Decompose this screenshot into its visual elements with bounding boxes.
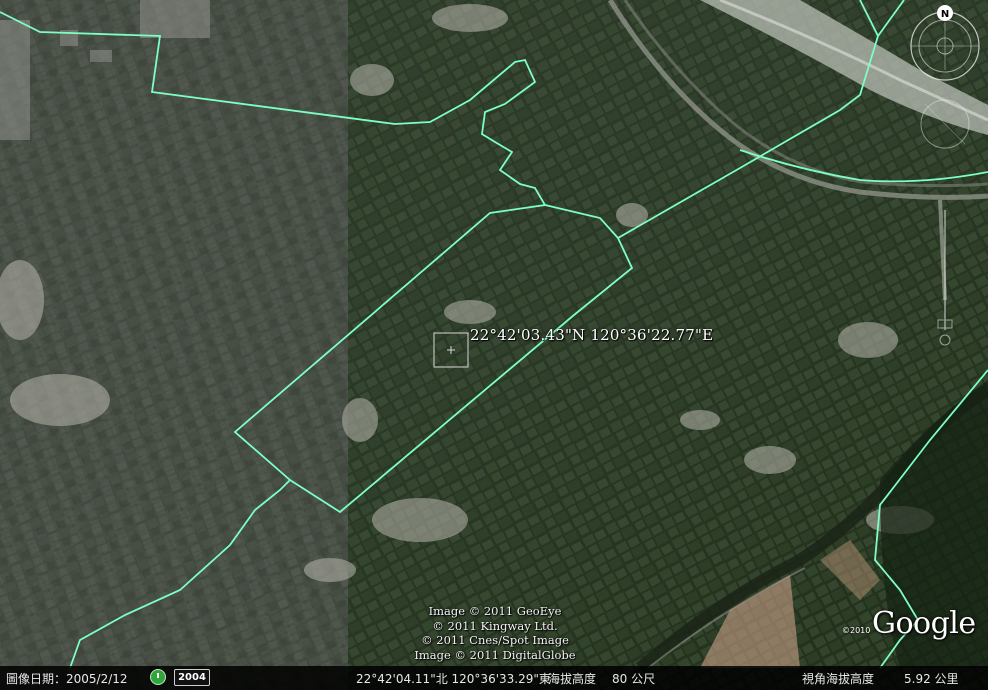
- elevation-value: 80 公尺: [612, 672, 656, 686]
- logo-copyright-year: ©2010: [842, 626, 871, 635]
- status-bar: 圖像日期：2005/2/12 2004 22°42'04.11"北 120°36…: [0, 666, 988, 690]
- imagery-credits: Image © 2011 GeoEye © 2011 Kingway Ltd. …: [410, 604, 580, 662]
- center-coordinate-label: 22°42'03.43"N 120°36'22.77"E: [470, 326, 714, 344]
- credit-line: © 2011 Kingway Ltd.: [432, 618, 558, 633]
- imagery-date: 圖像日期：2005/2/12: [6, 672, 128, 686]
- historical-imagery-clock-icon[interactable]: [150, 669, 166, 685]
- historical-year-badge[interactable]: 2004: [174, 669, 210, 686]
- eye-altitude-label: 視角海拔高度: [802, 672, 875, 686]
- compass-north-letter: N: [941, 9, 949, 20]
- elevation-label: 海拔高度: [548, 672, 597, 686]
- google-logo: Google: [872, 606, 976, 641]
- west-field-texture: [0, 0, 348, 690]
- satellite-map[interactable]: N: [0, 0, 988, 690]
- eye-altitude-value: 5.92 公里: [904, 672, 959, 686]
- credit-line: © 2011 Cnes/Spot Image: [421, 633, 569, 647]
- credit-line: Image © 2011 GeoEye: [428, 604, 562, 618]
- credit-line: Image © 2011 DigitalGlobe: [414, 647, 576, 662]
- pointer-coordinates: 22°42'04.11"北 120°36'33.29"東: [356, 672, 551, 686]
